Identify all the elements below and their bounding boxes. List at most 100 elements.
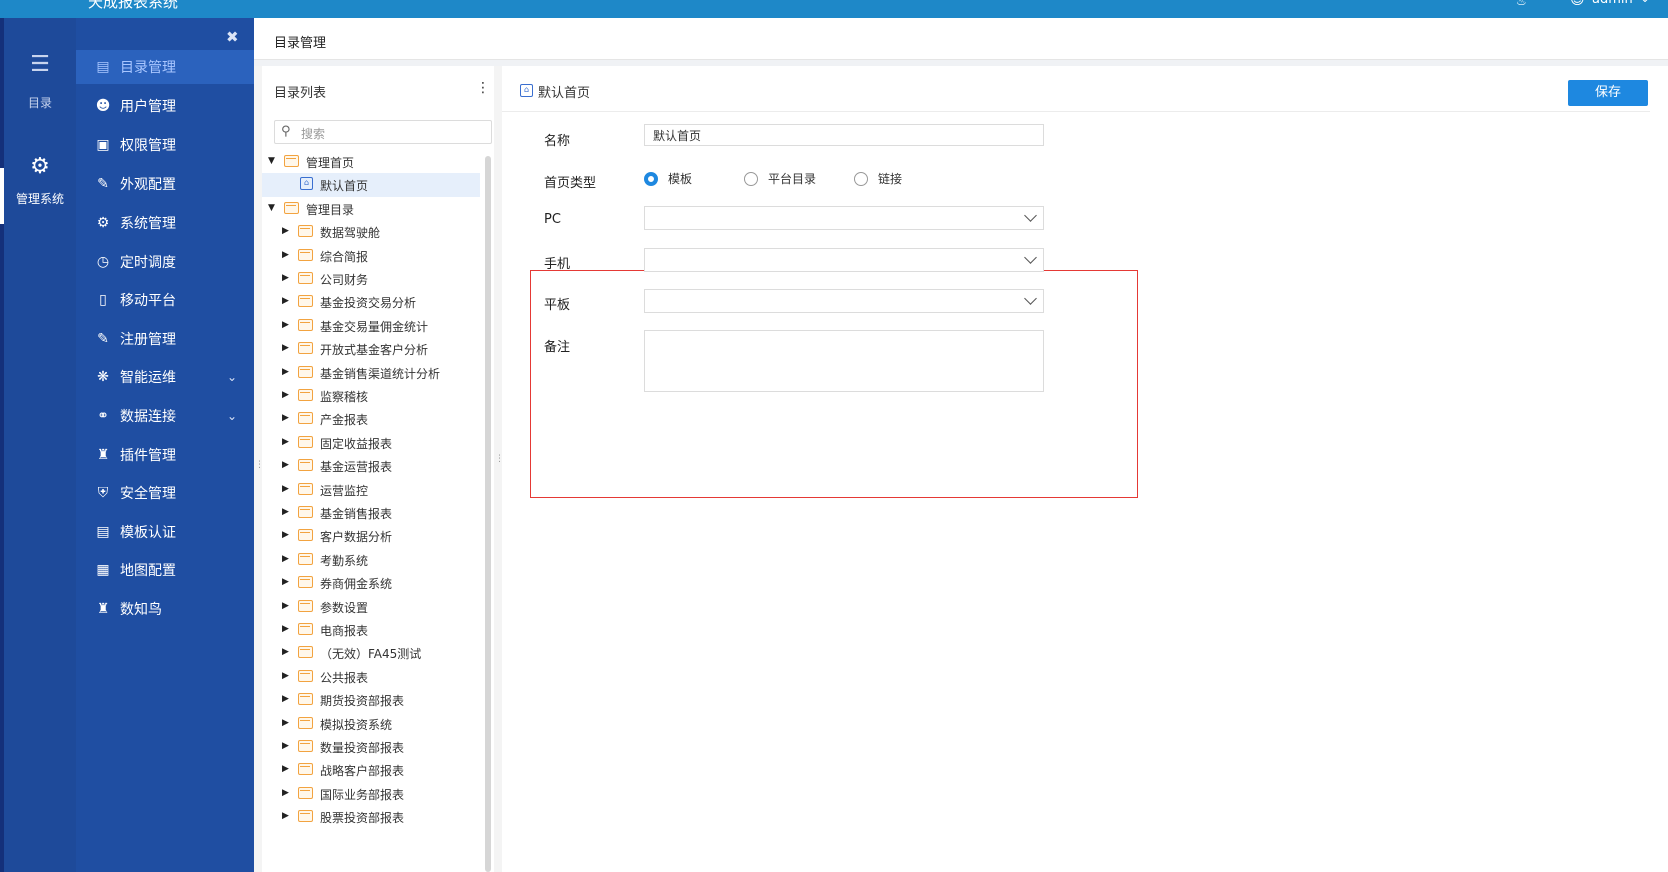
caret-right-icon[interactable]: ▶ xyxy=(282,577,289,587)
caret-down-icon[interactable]: ▼ xyxy=(268,156,275,166)
save-button[interactable]: 保存 xyxy=(1568,80,1648,106)
caret-right-icon[interactable]: ▶ xyxy=(282,296,289,306)
tree-node[interactable]: ▶ 券商佣金系统 xyxy=(262,571,480,595)
tree-node[interactable]: ▶ 基金运营报表 xyxy=(262,454,480,478)
tree-node[interactable]: ▶ 数据驾驶舱 xyxy=(262,220,480,244)
caret-down-icon[interactable]: ▼ xyxy=(268,203,275,213)
tree-node[interactable]: ▶ 基金销售报表 xyxy=(262,501,480,525)
sidebar-item-map[interactable]: ▦ 地图配置 xyxy=(76,553,254,587)
caret-right-icon[interactable]: ▶ xyxy=(282,741,289,751)
tree-node[interactable]: ⌂ 默认首页 xyxy=(262,173,480,198)
tree-node-label: 默认首页 xyxy=(320,179,369,194)
tree-node[interactable]: ▶ 开放式基金客户分析 xyxy=(262,337,480,361)
name-field[interactable]: 默认首页 xyxy=(644,124,1044,146)
sidebar-item-security[interactable]: ⛨ 安全管理 xyxy=(76,476,254,510)
panel-resize-handle[interactable]: ⋮ xyxy=(494,66,504,872)
user-name[interactable]: admin xyxy=(1592,0,1633,7)
caret-right-icon[interactable]: ▶ xyxy=(282,250,289,260)
tree-node[interactable]: ▶ 模拟投资系统 xyxy=(262,712,480,736)
sidebar-item-ops[interactable]: ❋ 智能运维 ⌄ xyxy=(76,360,254,394)
sidebar-item-label: 数知鸟 xyxy=(120,602,162,618)
tree-node-label: 固定收益报表 xyxy=(320,436,393,451)
caret-right-icon[interactable]: ▶ xyxy=(282,624,289,634)
pin-icon[interactable]: ✖ xyxy=(226,28,239,46)
user-icon[interactable]: ☺ xyxy=(1570,0,1585,8)
tree-node[interactable]: ▶ 产金报表 xyxy=(262,407,480,431)
mobile-select[interactable] xyxy=(644,248,1044,272)
sidebar-item-system[interactable]: ⚙ 系统管理 xyxy=(76,206,254,240)
folder-icon xyxy=(298,599,313,612)
tree-node[interactable]: ▶ 监察稽核 xyxy=(262,384,480,408)
caret-right-icon[interactable]: ▶ xyxy=(282,226,289,236)
remark-textarea[interactable] xyxy=(644,330,1044,392)
chevron-down-icon[interactable]: ⌄ xyxy=(1640,0,1650,5)
tree-node[interactable]: ▶ 股票投资部报表 xyxy=(262,805,480,829)
tree-node[interactable]: ▶ 运营监控 xyxy=(262,478,480,502)
tablet-select[interactable] xyxy=(644,289,1044,313)
caret-right-icon[interactable]: ▶ xyxy=(282,273,289,283)
caret-right-icon[interactable]: ▶ xyxy=(282,764,289,774)
sidebar-resize-handle[interactable]: ⋮ xyxy=(254,66,264,872)
sidebar-item-mobile[interactable]: ▯ 移动平台 xyxy=(76,283,254,317)
caret-right-icon[interactable]: ▶ xyxy=(282,343,289,353)
caret-right-icon[interactable]: ▶ xyxy=(282,694,289,704)
caret-right-icon[interactable]: ▶ xyxy=(282,484,289,494)
tree-node-label: 监察稽核 xyxy=(320,390,369,404)
sidebar-item-appearance[interactable]: ✎ 外观配置 xyxy=(76,167,254,201)
caret-right-icon[interactable]: ▶ xyxy=(282,811,289,821)
sidebar-item-users[interactable]: ☻ 用户管理 xyxy=(76,89,254,123)
tree-node[interactable]: ▶ 数量投资部报表 xyxy=(262,735,480,759)
caret-right-icon[interactable]: ▶ xyxy=(282,367,289,377)
tree-node[interactable]: ▶ 期货投资部报表 xyxy=(262,688,480,712)
caret-right-icon[interactable]: ▶ xyxy=(282,507,289,517)
caret-right-icon[interactable]: ▶ xyxy=(282,530,289,540)
tree-node[interactable]: ▶ 固定收益报表 xyxy=(262,431,480,455)
caret-right-icon[interactable]: ▶ xyxy=(282,601,289,611)
tree-node[interactable]: ▼ 管理目录 xyxy=(262,197,480,221)
type-radio-platform[interactable]: 平台目录 xyxy=(744,170,816,187)
caret-right-icon[interactable]: ▶ xyxy=(282,647,289,657)
tree-node[interactable]: ▶ 战略客户部报表 xyxy=(262,758,480,782)
caret-right-icon[interactable]: ▶ xyxy=(282,437,289,447)
sidebar-item-register[interactable]: ✎ 注册管理 xyxy=(76,322,254,356)
tree-node-label: 基金交易量佣金统计 xyxy=(320,319,429,334)
caret-right-icon[interactable]: ▶ xyxy=(282,413,289,423)
tree-node[interactable]: ▶ 考勤系统 xyxy=(262,548,480,572)
sidebar-item-shuzhiniao[interactable]: ♜ 数知鸟 xyxy=(76,592,254,626)
tree-scrollbar[interactable] xyxy=(485,156,491,872)
caret-right-icon[interactable]: ▶ xyxy=(282,460,289,470)
sidebar-item-plugins[interactable]: ♜ 插件管理 xyxy=(76,438,254,472)
caret-right-icon[interactable]: ▶ xyxy=(282,671,289,681)
sidebar-item-catalog[interactable]: ▤ 目录管理 xyxy=(76,50,254,84)
tree-node[interactable]: ▶ 国际业务部报表 xyxy=(262,782,480,806)
rail-item-catalog[interactable]: ☰ 目录 xyxy=(4,52,76,111)
tree-node[interactable]: ▶ 综合简报 xyxy=(262,244,480,268)
rail-item-admin[interactable]: ⚙ 管理系统 xyxy=(4,154,76,207)
caret-right-icon[interactable]: ▶ xyxy=(282,390,289,400)
sidebar-item-data-connection[interactable]: ⚭ 数据连接 ⌄ xyxy=(76,399,254,433)
tree-node[interactable]: ▶ 公司财务 xyxy=(262,267,480,291)
caret-right-icon[interactable]: ▶ xyxy=(282,554,289,564)
caret-right-icon[interactable]: ▶ xyxy=(282,320,289,330)
caret-right-icon[interactable]: ▶ xyxy=(282,718,289,728)
type-radio-link[interactable]: 链接 xyxy=(854,170,902,187)
type-radio-template[interactable]: 模板 xyxy=(644,170,692,187)
sidebar-item-template-auth[interactable]: ▤ 模板认证 xyxy=(76,515,254,549)
tree-node[interactable]: ▶ 基金交易量佣金统计 xyxy=(262,314,480,338)
tree-node[interactable]: ▶ 电商报表 xyxy=(262,618,480,642)
more-icon[interactable]: ⋮ xyxy=(476,80,490,96)
bell-icon[interactable]: ♨ xyxy=(1516,0,1527,8)
tree-node[interactable]: ▼ 管理首页 xyxy=(262,150,480,174)
tree-node[interactable]: ▶ 客户数据分析 xyxy=(262,524,480,548)
sidebar-item-schedule[interactable]: ◷ 定时调度 xyxy=(76,245,254,279)
sidebar-item-permissions[interactable]: ▣ 权限管理 xyxy=(76,128,254,162)
search-input[interactable]: ⚲ 搜索 xyxy=(274,120,492,144)
caret-right-icon[interactable]: ▶ xyxy=(282,788,289,798)
tree-node[interactable]: ▶ 基金销售渠道统计分析 xyxy=(262,361,480,385)
tree-node[interactable]: ▶ 公共报表 xyxy=(262,665,480,689)
pc-select[interactable] xyxy=(644,206,1044,230)
sidebar-item-label: 智能运维 xyxy=(120,370,176,386)
tree-node[interactable]: ▶ （无效）FA45测试 xyxy=(262,641,480,665)
tree-node[interactable]: ▶ 参数设置 xyxy=(262,595,480,619)
tree-node[interactable]: ▶ 基金投资交易分析 xyxy=(262,290,480,314)
